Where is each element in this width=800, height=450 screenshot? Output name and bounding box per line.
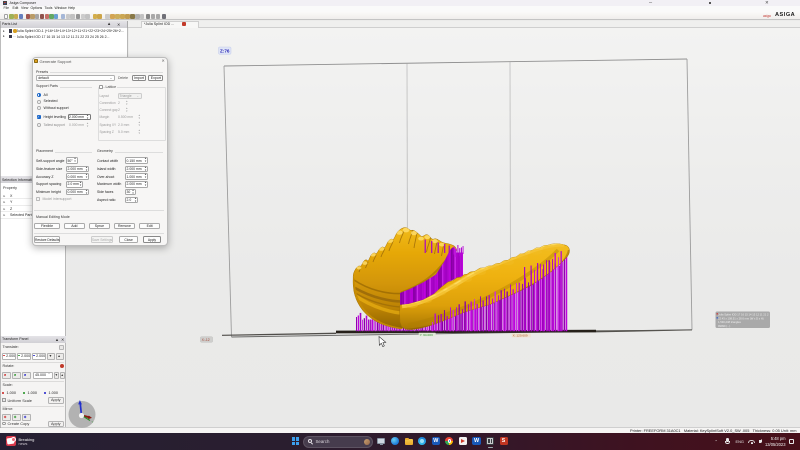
svg-text:22.43 x 108.51 x 28.6 mm (W x: 22.43 x 108.51 x 28.6 mm (W x D x H) (718, 316, 764, 320)
svg-text:X:-12: X:-12 (202, 338, 210, 342)
svg-text:Julia Splint IOD 17 16 15 14 1: Julia Splint IOD 17 16 15 14 13 12 11 21… (718, 312, 769, 316)
svg-text:Y: 64.003: Y: 64.003 (420, 333, 433, 337)
svg-text:Y: Y (92, 420, 94, 424)
svg-text:99999 (...): 99999 (...) (718, 324, 730, 328)
svg-text:1,530,248 triangles: 1,530,248 triangles (718, 320, 742, 324)
svg-text:X: 120.609: X: 120.609 (513, 334, 528, 338)
svg-text:Z:76: Z:76 (220, 49, 230, 54)
